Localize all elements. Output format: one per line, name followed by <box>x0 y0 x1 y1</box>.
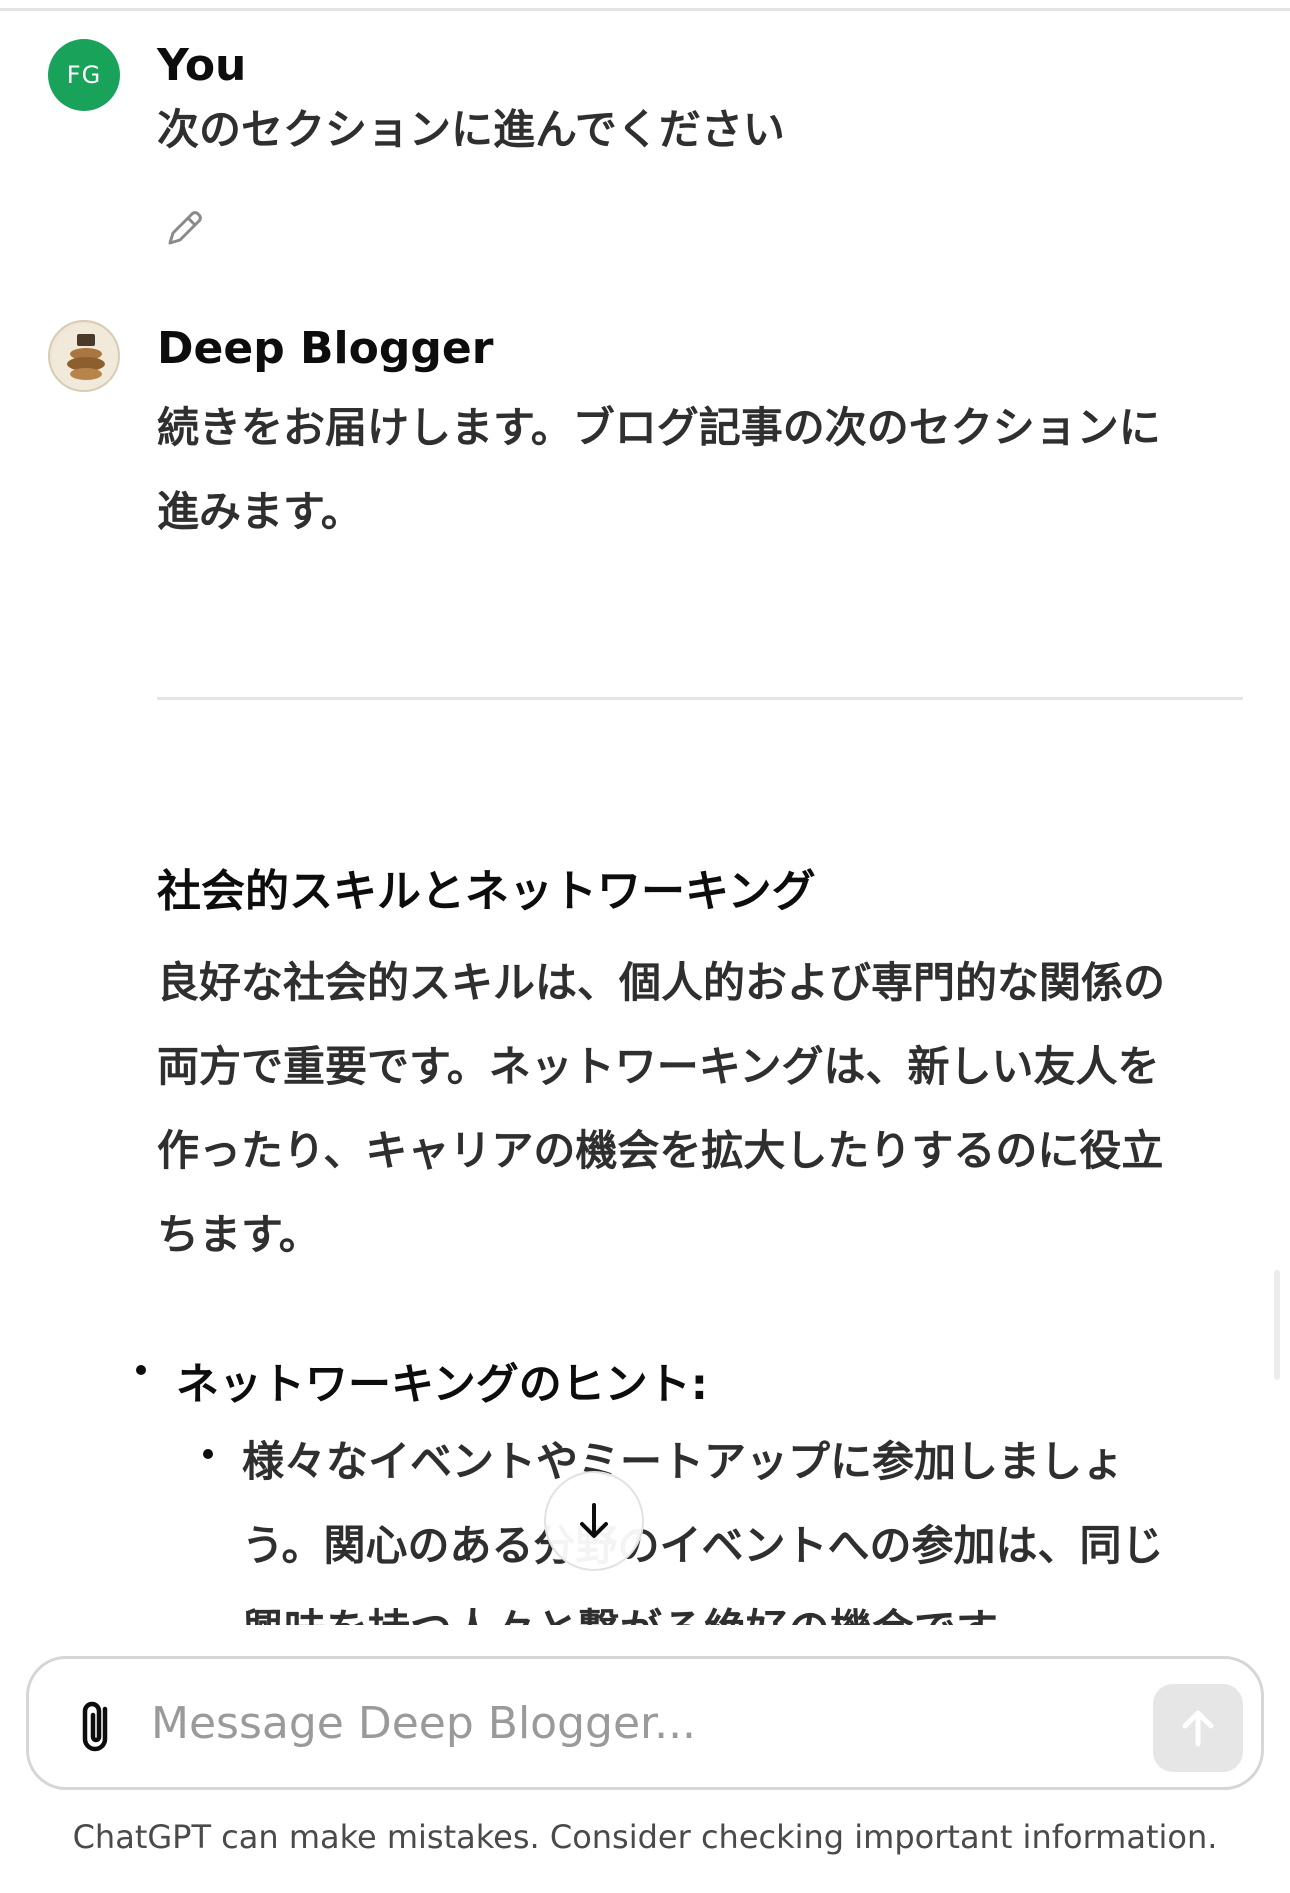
sub-item-line: 様々なイベントやミートアップに参加しましょ <box>242 1437 1125 1486</box>
send-button[interactable] <box>1153 1684 1243 1772</box>
user-author-name: You <box>157 40 247 91</box>
assistant-author-name: Deep Blogger <box>157 323 494 374</box>
scroll-to-bottom-button[interactable] <box>544 1471 644 1571</box>
assistant-avatar-image <box>52 324 118 390</box>
list-item-title: ネットワーキングのヒント: <box>176 1360 708 1410</box>
assistant-avatar <box>48 320 120 392</box>
horizontal-rule <box>157 697 1243 700</box>
user-message-text: 次のセクションに進んでください <box>157 105 785 154</box>
sub-item-line: う。関心のある分野のイベントへの参加は、同じ <box>242 1521 1164 1570</box>
arrow-up-icon <box>1182 1710 1214 1747</box>
disclaimer-text: ChatGPT can make mistakes. Consider chec… <box>72 1818 1218 1856</box>
paragraph-line: ちます。 <box>157 1210 321 1259</box>
arrow-down-icon <box>580 1503 608 1538</box>
top-divider <box>0 8 1290 11</box>
paperclip-icon[interactable] <box>69 1695 125 1759</box>
scrollbar-thumb[interactable] <box>1274 1270 1280 1380</box>
user-avatar: FG <box>48 39 120 111</box>
sub-list-clip: 様々なイベントやミートアップに参加しましょ う。関心のある分野のイベントへの参加… <box>0 1420 1290 1625</box>
message-composer <box>26 1656 1264 1790</box>
user-avatar-initials: FG <box>66 61 102 89</box>
paragraph-line: 作ったり、キャリアの機会を拡大したりするのに役立 <box>157 1126 1164 1175</box>
assistant-intro-line: 進みます。 <box>157 487 363 536</box>
pencil-icon[interactable] <box>160 205 208 253</box>
bullet-icon <box>136 1365 146 1375</box>
paragraph-line: 良好な社会的スキルは、個人的および専門的な関係の <box>157 958 1166 1007</box>
paragraph-line: 両方で重要です。ネットワーキングは、新しい友人を <box>157 1042 1160 1091</box>
sub-bullet-icon <box>203 1449 213 1459</box>
sub-item-line: 興味を持つ人々と繋がる絶好の機会です。 <box>242 1588 1252 1625</box>
message-input[interactable] <box>149 1683 1049 1763</box>
section-heading: 社会的スキルとネットワーキング <box>157 866 816 917</box>
assistant-intro-line: 続きをお届けします。ブログ記事の次のセクションに <box>157 403 1161 452</box>
